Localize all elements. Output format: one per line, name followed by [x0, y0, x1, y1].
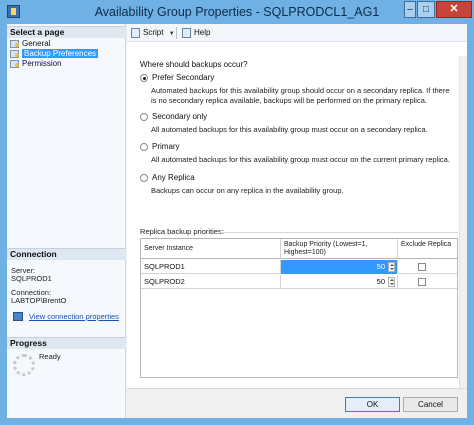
option-label: Secondary only: [152, 112, 208, 121]
radio-prefer-secondary[interactable]: [140, 74, 148, 82]
replica-priorities-label: Replica backup priorities:: [140, 227, 224, 236]
right-panel: Script ▼ Help Where should backups occur…: [127, 24, 467, 388]
backup-priority-cell[interactable]: 50: [281, 275, 398, 289]
window-title: Availability Group Properties - SQLPRODC…: [94, 5, 380, 19]
column-header-backup-priority[interactable]: Backup Priority (Lowest=1, Highest=100): [281, 239, 398, 259]
progress-header: Progress: [7, 337, 126, 349]
page-item-label: Backup Preferences: [22, 49, 99, 58]
priority-value: 50: [376, 277, 385, 286]
script-label: Script: [143, 28, 164, 37]
script-icon: [131, 28, 140, 38]
option-label: Any Replica: [152, 173, 195, 182]
option-description: All automated backups for this availabil…: [151, 125, 428, 134]
option-description: Automated backups for this availability …: [151, 86, 450, 105]
priority-stepper-icon[interactable]: [388, 277, 395, 287]
table-row[interactable]: SQLPROD2 50: [141, 275, 457, 289]
option-label: Primary: [152, 142, 180, 151]
help-label: Help: [194, 28, 211, 37]
page-icon: [10, 50, 19, 58]
toolbar: Script ▼ Help: [127, 24, 467, 42]
backup-priority-cell[interactable]: 50: [281, 260, 398, 274]
option-label: Prefer Secondary: [152, 73, 215, 82]
radio-secondary-only[interactable]: [140, 113, 148, 121]
server-instance-cell[interactable]: SQLPROD2: [141, 275, 281, 289]
option-description: All automated backups for this availabil…: [151, 155, 450, 164]
group-divider: [220, 232, 458, 233]
page-item-general[interactable]: General: [9, 39, 50, 49]
maximize-button[interactable]: □: [417, 1, 435, 18]
minimize-button[interactable]: ‒: [404, 1, 416, 18]
exclude-replica-cell: [398, 275, 457, 289]
connection-value: LABTOP\BrentO: [11, 296, 67, 305]
table-row[interactable]: SQLPROD1 50: [141, 260, 457, 274]
ok-button[interactable]: OK: [345, 397, 400, 412]
page-item-label: Permission: [22, 59, 62, 68]
priority-value: 50: [376, 262, 385, 271]
help-icon: [182, 28, 191, 38]
page-item-permission[interactable]: Permission: [9, 59, 62, 69]
connection-properties-icon: [13, 312, 23, 321]
option-description: Backups can occur on any replica in the …: [151, 186, 344, 195]
column-header-exclude-replica[interactable]: Exclude Replica: [398, 239, 457, 259]
window-frame: Availability Group Properties - SQLPRODC…: [0, 0, 474, 425]
dialog-button-bar: OK Cancel: [127, 388, 467, 418]
connection-header: Connection: [7, 248, 126, 260]
page-icon: [10, 60, 19, 68]
select-page-header: Select a page: [7, 26, 126, 38]
vertical-scrollbar[interactable]: [459, 56, 467, 388]
exclude-replica-checkbox[interactable]: [418, 263, 426, 271]
exclude-replica-cell: [398, 260, 457, 274]
title-bar[interactable]: Availability Group Properties - SQLPRODC…: [0, 0, 474, 24]
script-button[interactable]: Script ▼: [131, 27, 175, 39]
backup-question: Where should backups occur?: [140, 60, 248, 69]
progress-spinner-icon: [13, 354, 35, 376]
server-value: SQLPROD1: [11, 274, 52, 283]
close-button[interactable]: ✕: [436, 1, 472, 18]
progress-status: Ready: [39, 352, 61, 361]
page-icon: [10, 40, 19, 48]
radio-primary[interactable]: [140, 143, 148, 151]
column-header-server-instance[interactable]: Server Instance: [141, 239, 281, 259]
toolbar-separator: [176, 27, 177, 39]
server-instance-cell[interactable]: SQLPROD1: [141, 260, 281, 274]
page-item-label: General: [22, 39, 51, 48]
priority-stepper-icon[interactable]: [388, 262, 395, 272]
view-connection-properties-link[interactable]: View connection properties: [29, 312, 119, 321]
left-panel: Select a page General Backup Preferences…: [7, 24, 126, 418]
help-button[interactable]: Help: [182, 27, 210, 39]
replica-priority-grid: Server Instance Backup Priority (Lowest=…: [140, 238, 458, 378]
exclude-replica-checkbox[interactable]: [418, 278, 426, 286]
chevron-down-icon[interactable]: ▼: [169, 31, 175, 37]
radio-any-replica[interactable]: [140, 174, 148, 182]
page-item-backup-preferences[interactable]: Backup Preferences: [9, 49, 99, 59]
cancel-button[interactable]: Cancel: [403, 397, 458, 412]
dialog-client-area: Select a page General Backup Preferences…: [7, 24, 467, 418]
